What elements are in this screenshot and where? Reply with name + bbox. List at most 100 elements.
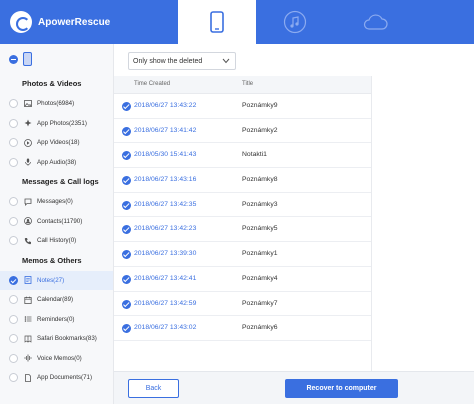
sidebar-item-label: Messages(0) [37, 198, 73, 206]
notes-table: Time Created Title 2018/06/27 13:43:22 Po… [114, 76, 372, 386]
row-checkbox-checked[interactable] [122, 225, 131, 235]
filter-selected-value: Only show the deleted [133, 57, 203, 65]
row-time-created: 2018/06/27 13:42:23 [134, 225, 197, 233]
table-row[interactable]: 2018/06/27 13:42:23 Poznámky5 [114, 217, 371, 243]
table-row[interactable]: 2018/06/27 13:39:30 Poznámky1 [114, 242, 371, 267]
sidebar-item-reminders[interactable]: Reminders(0) [0, 310, 113, 330]
sidebar-item-contacts[interactable]: Contacts(11790) [0, 212, 113, 232]
row-title: Poznámky9 [242, 102, 278, 109]
row-title: Poznámky2 [242, 126, 278, 134]
row-checkbox-checked[interactable] [122, 126, 131, 136]
item-radio[interactable] [9, 138, 18, 148]
back-button[interactable]: Back [128, 379, 179, 398]
sidebar-item-label: Voice Memos(0) [37, 354, 82, 362]
sidebar-item-messages[interactable]: Messages(0) [0, 192, 113, 212]
document-icon [23, 373, 32, 382]
sidebar-item-app-videos[interactable]: App Videos(18) [0, 133, 113, 153]
item-radio[interactable] [9, 197, 18, 207]
sidebar-item-photos[interactable]: Photos(6984) [0, 94, 113, 114]
reminders-icon [23, 315, 32, 324]
item-radio[interactable] [9, 99, 18, 109]
item-radio[interactable] [9, 334, 18, 344]
row-checkbox-checked[interactable] [122, 324, 131, 334]
sidebar-item-label: Call History(0) [37, 237, 77, 245]
row-checkbox-checked[interactable] [122, 151, 131, 161]
brand: ApowerRescue [10, 9, 110, 35]
sidebar-item-label: App Photos(2351) [37, 119, 87, 127]
item-radio[interactable] [9, 157, 18, 167]
tab-phone[interactable] [178, 0, 256, 44]
table-row[interactable]: 2018/06/27 13:41:42 Poznámky2 [114, 119, 371, 144]
section-heading-memos-others: Memos & Others [22, 255, 82, 265]
table-row[interactable]: 2018/06/27 13:43:02 Poznámky6 [114, 316, 371, 341]
filter-dropdown[interactable]: Only show the deleted [128, 52, 236, 70]
app-photos-icon [23, 119, 32, 128]
item-radio[interactable] [9, 353, 18, 363]
item-radio[interactable] [9, 314, 18, 324]
section-heading-messages-calls: Messages & Call logs [22, 177, 99, 186]
top-header: ApowerRescue [0, 0, 474, 44]
row-checkbox-checked[interactable] [122, 299, 131, 309]
row-checkbox-checked[interactable] [122, 250, 131, 260]
sidebar-item-app-photos[interactable]: App Photos(2351) [0, 114, 113, 134]
item-radio[interactable] [9, 373, 18, 383]
play-icon [23, 138, 32, 147]
row-title: Poznámky1 [242, 250, 278, 258]
collapse-minus-icon[interactable] [9, 54, 18, 64]
sidebar-item-label: Safari Bookmarks(83) [37, 335, 97, 343]
app-name: ApowerRescue [38, 16, 111, 28]
voice-memo-icon [23, 354, 32, 363]
table-row[interactable]: 2018/06/27 13:42:35 Poznámky3 [114, 193, 371, 218]
table-row[interactable]: 2018/06/27 13:42:59 Poznámky7 [114, 292, 371, 317]
row-title: Notakti1 [242, 151, 267, 159]
main-panel: Only show the deleted Time Created Title… [114, 44, 474, 404]
item-radio[interactable] [9, 216, 18, 226]
item-radio-checked[interactable] [9, 275, 18, 285]
category-sidebar: Photos & Videos Photos(6984) App Photos(… [0, 44, 114, 404]
sidebar-item-call-history[interactable]: Call History(0) [0, 231, 113, 251]
section-heading-photos-videos: Photos & Videos [22, 79, 82, 88]
sidebar-item-label: App Videos(18) [37, 139, 80, 147]
row-checkbox-checked[interactable] [122, 176, 131, 186]
tab-music[interactable] [256, 0, 334, 44]
item-radio[interactable] [9, 236, 18, 246]
sidebar-item-label: Reminders(0) [37, 315, 75, 323]
device-phone-icon [23, 52, 32, 66]
message-icon [23, 197, 32, 206]
sidebar-item-label: Calendar(89) [37, 296, 74, 304]
item-radio[interactable] [9, 118, 18, 128]
row-time-created: 2018/05/30 15:41:43 [134, 151, 197, 159]
table-body: 2018/06/27 13:43:22 Poznámky9 2018/06/27 1… [114, 94, 371, 341]
table-row[interactable]: 2018/06/27 13:43:22 Poznámky9 [114, 94, 371, 119]
sidebar-item-calendar[interactable]: Calendar(89) [0, 290, 113, 310]
row-title: Poznámky7 [242, 299, 278, 307]
row-time-created: 2018/06/27 13:43:16 [134, 176, 197, 184]
sidebar-item-notes[interactable]: Notes(27) [0, 270, 113, 290]
table-row[interactable]: 2018/06/27 13:42:41 Poznámky4 [114, 267, 371, 292]
sidebar-item-label: Notes(27) [37, 276, 65, 284]
row-title: Poznámky5 [242, 225, 278, 233]
table-row[interactable]: 2018/05/30 15:41:43 Notakti1 [114, 143, 371, 169]
sidebar-item-safari-bookmarks[interactable]: Safari Bookmarks(83) [0, 329, 113, 349]
table-row[interactable]: 2018/06/27 13:43:16 Poznámky8 [114, 168, 371, 193]
sidebar-item-voice-memos[interactable]: Voice Memos(0) [0, 349, 113, 369]
row-time-created: 2018/06/27 13:42:35 [134, 200, 197, 208]
sidebar-item-app-audio[interactable]: App Audio(38) [0, 153, 113, 173]
row-checkbox-checked[interactable] [122, 200, 131, 210]
tab-cloud[interactable] [336, 0, 414, 44]
row-title: Poznámky6 [242, 324, 278, 332]
column-header-time-created[interactable]: Time Created [134, 81, 170, 87]
contacts-icon [23, 217, 32, 226]
row-time-created: 2018/06/27 13:43:02 [134, 324, 197, 332]
item-radio[interactable] [9, 295, 18, 305]
column-header-title[interactable]: Title [242, 81, 253, 87]
row-checkbox-checked[interactable] [122, 102, 131, 111]
recover-to-computer-button[interactable]: Recover to computer [285, 379, 398, 398]
row-checkbox-checked[interactable] [122, 274, 131, 284]
sidebar-device-row [0, 44, 113, 74]
action-bar: Back Recover to computer [114, 371, 474, 404]
row-time-created: 2018/06/27 13:41:42 [134, 126, 197, 134]
sidebar-item-label: Photos(6984) [37, 100, 75, 108]
sidebar-item-label: Contacts(11790) [37, 217, 83, 225]
sidebar-item-app-documents[interactable]: App Documents(71) [0, 368, 113, 388]
